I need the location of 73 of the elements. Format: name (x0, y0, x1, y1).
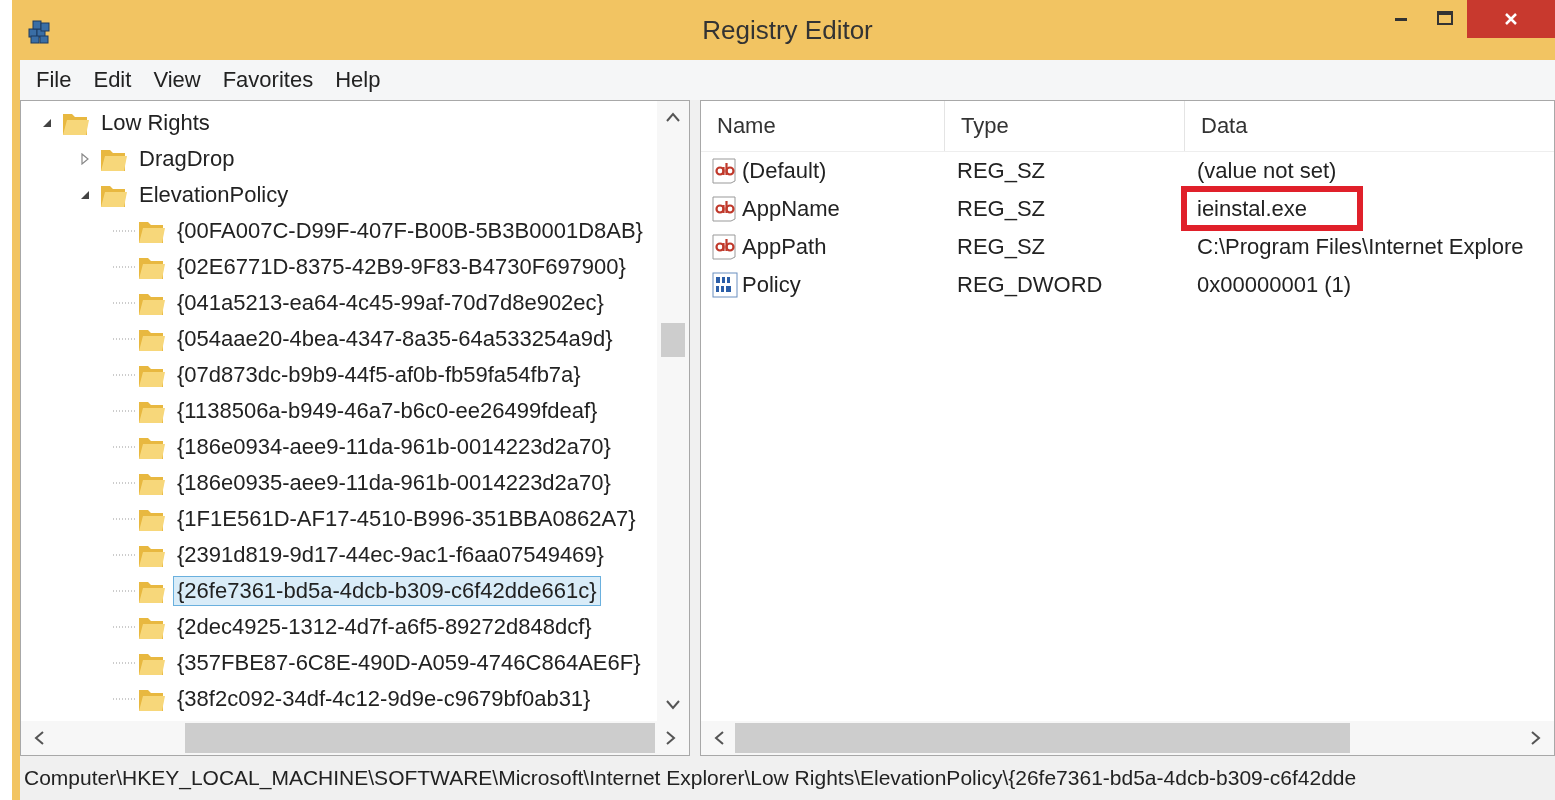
value-type: REG_DWORD (956, 272, 1104, 298)
tree-connector-icon (113, 409, 135, 413)
tree-connector-icon (113, 229, 135, 233)
tree-item[interactable]: {26fe7361-bd5a-4dcb-b309-c6f42dde661c} (173, 576, 601, 606)
tree-item[interactable]: {041a5213-ea64-4c45-99af-70d7d8e902ec} (173, 288, 608, 318)
window-title: Registry Editor (702, 14, 873, 46)
tree-connector-icon (113, 697, 135, 701)
tree-connector-icon (113, 589, 135, 593)
tree-item[interactable]: {357FBE87-6C8E-490D-A059-4746C864AE6F} (173, 648, 645, 678)
column-header[interactable]: Name (701, 101, 945, 151)
expanded-arrow-icon[interactable] (79, 189, 91, 201)
horizontal-scrollbar[interactable] (701, 721, 1554, 755)
collapsed-arrow-icon[interactable] (79, 153, 91, 165)
tree-item[interactable]: {02E6771D-8375-42B9-9F83-B4730F697900} (173, 252, 630, 282)
scroll-left-icon[interactable] (713, 730, 725, 746)
menu-item[interactable]: View (145, 67, 209, 93)
tree-item[interactable]: Low Rights (97, 108, 214, 138)
value-type: REG_SZ (956, 158, 1047, 184)
tree-item[interactable]: {186e0935-aee9-11da-961b-0014223d2a70} (173, 468, 615, 498)
menu-item[interactable]: Favorites (214, 67, 322, 93)
binary-value-icon (711, 271, 739, 299)
scroll-left-icon[interactable] (33, 730, 45, 746)
value-data: C:\Program Files\Internet Explore (1196, 233, 1525, 261)
tree-connector-icon (113, 481, 135, 485)
minimize-icon (1395, 17, 1407, 21)
value-data: 0x00000001 (1) (1196, 271, 1353, 299)
tree-item[interactable]: {00FA007C-D99F-407F-B00B-5B3B0001D8AB} (173, 216, 647, 246)
scrollbar-thumb[interactable] (735, 723, 1350, 753)
status-path: Computer\HKEY_LOCAL_MACHINE\SOFTWARE\Microsoft\Internet Explorer\Low Rights\ElevationPolicy\{26fe7361-bd5a-4dcb-b309-c6f42dde (24, 766, 1357, 790)
column-header[interactable]: Type (945, 101, 1185, 151)
tree-connector-icon (113, 625, 135, 629)
value-data: (value not set) (1196, 157, 1338, 185)
tree-connector-icon (113, 301, 135, 305)
tree-item[interactable]: {054aae20-4bea-4347-8a35-64a533254a9d} (173, 324, 617, 354)
tree-item[interactable]: {2dec4925-1312-4d7f-a6f5-89272d848dcf} (173, 612, 596, 642)
tree-item[interactable]: ElevationPolicy (135, 180, 293, 210)
tree-connector-icon (113, 265, 135, 269)
tree-connector-icon (113, 337, 135, 341)
tree-item[interactable]: {1138506a-b949-46a7-b6c0-ee26499fdeaf} (173, 396, 602, 426)
column-header[interactable]: Data (1185, 113, 1554, 139)
value-name[interactable]: Policy (742, 272, 801, 298)
value-type: REG_SZ (956, 234, 1047, 260)
value-type: REG_SZ (956, 196, 1047, 222)
menu-item[interactable]: File (28, 67, 80, 93)
tree-item[interactable]: {1F1E561D-AF17-4510-B996-351BBA0862A7} (173, 504, 640, 534)
tree-item[interactable]: {186e0934-aee9-11da-961b-0014223d2a70} (173, 432, 615, 462)
scroll-right-icon[interactable] (665, 730, 677, 746)
string-value-icon (711, 157, 739, 185)
menu-item[interactable]: Edit (85, 67, 140, 93)
value-name[interactable]: AppName (742, 196, 840, 222)
scroll-up-icon[interactable] (665, 111, 681, 123)
vertical-scrollbar[interactable] (657, 101, 689, 721)
scroll-down-icon[interactable] (665, 699, 681, 711)
tree-connector-icon (113, 445, 135, 449)
expanded-arrow-icon[interactable] (41, 117, 53, 129)
string-value-icon (711, 233, 739, 261)
tree-connector-icon (113, 553, 135, 557)
horizontal-scrollbar[interactable] (21, 721, 689, 755)
tree-item[interactable]: DragDrop (135, 144, 239, 174)
value-name[interactable]: AppPath (742, 234, 827, 260)
tree-item[interactable]: {38f2c092-34df-4c12-9d9e-c9679bf0ab31} (173, 684, 595, 714)
menu-item[interactable]: Help (327, 67, 389, 93)
value-data: ieinstal.exe (1181, 186, 1364, 231)
tree-connector-icon (113, 373, 135, 377)
tree-connector-icon (113, 517, 135, 521)
string-value-icon (711, 195, 739, 223)
scrollbar-thumb[interactable] (185, 723, 655, 753)
value-name[interactable]: (Default) (742, 158, 827, 184)
scrollbar-thumb[interactable] (661, 323, 685, 357)
tree-item[interactable]: {07d873dc-b9b9-44f5-af0b-fb59fa54fb7a} (173, 360, 585, 390)
scroll-right-icon[interactable] (1530, 730, 1542, 746)
tree-connector-icon (113, 661, 135, 665)
tree-item[interactable]: {2391d819-9d17-44ec-9ac1-f6aa07549469} (173, 540, 608, 570)
